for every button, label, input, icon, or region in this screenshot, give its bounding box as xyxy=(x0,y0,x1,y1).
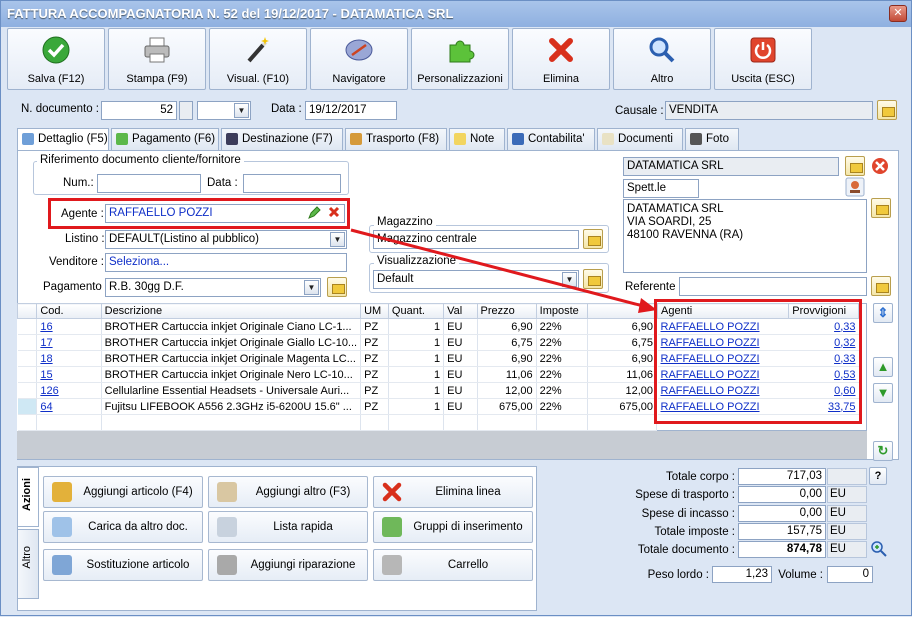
quick-list-button[interactable]: Lista rapida xyxy=(208,511,368,543)
spese-trasporto-value[interactable]: 0,00 xyxy=(738,486,826,503)
replace-article-button[interactable]: Sostituzione articolo xyxy=(43,549,203,581)
spese-incasso-value[interactable]: 0,00 xyxy=(738,505,826,522)
volume-value[interactable]: 0 xyxy=(827,566,873,583)
delete-x-icon xyxy=(382,482,402,502)
spese-trasporto-currency: EU xyxy=(827,486,867,503)
insert-groups-button[interactable]: Gruppi di inserimento xyxy=(373,511,533,543)
totale-documento-label: Totale documento : xyxy=(637,544,735,556)
replace-icon xyxy=(52,555,72,575)
move-down-icon[interactable]: ▼ xyxy=(873,383,893,403)
add-repair-button[interactable]: Aggiungi riparazione xyxy=(208,549,368,581)
refresh-icon[interactable]: ↻ xyxy=(873,441,893,461)
spese-trasporto-label: Spese di trasporto : xyxy=(635,489,735,501)
cart-button[interactable]: Carrello xyxy=(373,549,533,581)
spese-incasso-currency: EU xyxy=(827,505,867,522)
volume-label: Volume : xyxy=(778,569,823,581)
cart-icon xyxy=(382,555,402,575)
quick-list-icon xyxy=(217,517,237,537)
add-box-icon xyxy=(52,482,72,502)
zoom-plus-icon[interactable] xyxy=(871,541,887,557)
totale-corpo-value: 717,03 xyxy=(738,468,826,485)
add-article-button[interactable]: Aggiungi articolo (F4) xyxy=(43,476,203,508)
load-from-doc-button[interactable]: Carica da altro doc. xyxy=(43,511,203,543)
groups-icon xyxy=(382,517,402,537)
agenti-highlight xyxy=(654,299,862,424)
help-button[interactable]: ? xyxy=(869,467,887,485)
spese-incasso-label: Spese di incasso : xyxy=(641,508,735,520)
vtab-altro[interactable]: Altro xyxy=(17,529,39,599)
add-other-button[interactable]: Aggiungi altro (F3) xyxy=(208,476,368,508)
move-up-icon[interactable]: ▲ xyxy=(873,357,893,377)
totale-imposte-currency: EU xyxy=(827,523,867,540)
totale-documento-value: 874,78 xyxy=(738,541,826,558)
move-top-icon[interactable]: ⇕ xyxy=(873,303,893,323)
totale-imposte-label: Totale imposte : xyxy=(654,526,735,538)
vtab-azioni[interactable]: Azioni xyxy=(17,467,39,527)
checklist-icon xyxy=(52,517,72,537)
totale-imposte-value: 157,75 xyxy=(738,523,826,540)
totale-documento-currency: EU xyxy=(827,541,867,558)
delete-line-button[interactable]: Elimina linea xyxy=(373,476,533,508)
add-grid-icon xyxy=(217,482,237,502)
wrench-icon xyxy=(217,555,237,575)
invoice-window: FATTURA ACCOMPAGNATORIA N. 52 del 19/12/… xyxy=(0,0,912,616)
totale-corpo-label: Totale corpo : xyxy=(665,471,735,483)
totale-corpo-currency xyxy=(827,468,867,485)
peso-lordo-label: Peso lordo : xyxy=(647,569,709,581)
